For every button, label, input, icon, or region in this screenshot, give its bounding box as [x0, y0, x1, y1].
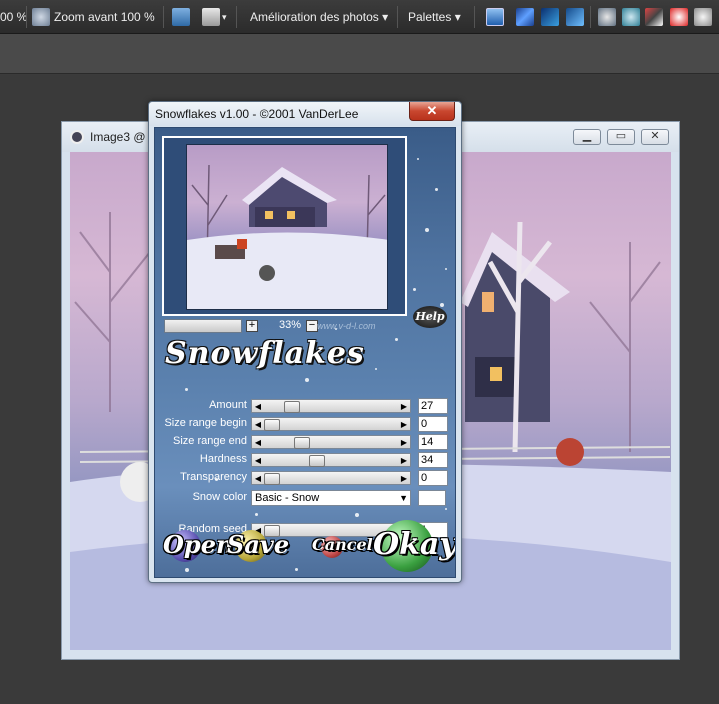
slider-thumb[interactable]	[264, 419, 280, 431]
palettes-label: Palettes	[408, 10, 452, 24]
image-window-title: Image3 @	[90, 130, 146, 144]
snowflake-dot	[425, 228, 429, 232]
photo-enhance-label: Amélioration des photos	[250, 10, 379, 24]
zoom-100-button[interactable]: Zoom avant 100 %	[54, 0, 155, 34]
histogram-icon[interactable]	[598, 8, 616, 26]
param-slider[interactable]: ◀ ▶	[251, 417, 411, 431]
materials-icon[interactable]	[541, 8, 559, 26]
dialog-close-button[interactable]: ✕	[409, 102, 455, 121]
snowflake-dot	[185, 568, 189, 572]
slider-left-arrow-icon[interactable]: ◀	[253, 419, 263, 431]
snowflake-dot	[445, 508, 447, 510]
slider-left-arrow-icon[interactable]: ◀	[253, 401, 263, 413]
toolbar-separator	[590, 6, 591, 28]
maximize-button[interactable]: ▭	[607, 129, 635, 145]
param-slider[interactable]: ◀ ▶	[251, 435, 411, 449]
snowflake-dot	[355, 513, 359, 517]
overview-icon[interactable]	[566, 8, 584, 26]
image-info-icon[interactable]	[172, 8, 190, 26]
slider-thumb[interactable]	[308, 455, 325, 467]
document-icon[interactable]	[202, 8, 220, 26]
image-window-icon	[70, 130, 84, 144]
secondary-toolbar	[0, 34, 719, 74]
magnifier-icon[interactable]	[32, 8, 50, 26]
palette-toggle-icon[interactable]	[486, 8, 504, 26]
okay-button[interactable]: Okay	[373, 523, 455, 567]
snowflakes-dialog[interactable]: Snowflakes v1.00 - ©2001 VanDerLee ✕ + 3…	[148, 101, 462, 583]
dialog-body: + 33% − www.v-d-l.com Help Snowflakes Am…	[154, 127, 456, 578]
zoom-in-button[interactable]: +	[246, 320, 258, 332]
preview-scene	[187, 164, 387, 309]
snowflake-dot	[295, 568, 298, 571]
slider-thumb[interactable]	[293, 437, 310, 449]
toolbar-separator	[397, 6, 398, 28]
snowflake-dot	[417, 158, 419, 160]
param-label: Size range end	[173, 435, 247, 447]
snowflake-dot	[305, 378, 309, 382]
chevron-down-icon[interactable]: ▾	[222, 0, 227, 34]
param-label: Size range begin	[164, 417, 247, 429]
vendor-url: www.v-d-l.com	[317, 321, 376, 331]
photo-enhance-menu[interactable]: Amélioration des photos ▾	[250, 0, 388, 34]
preview-frame	[162, 136, 407, 316]
toolbar-separator	[236, 6, 237, 28]
brush-icon[interactable]	[694, 8, 712, 26]
snow-color-label: Snow color	[192, 491, 247, 503]
param-slider[interactable]: ◀ ▶	[251, 471, 411, 485]
toolbar-separator	[26, 6, 27, 28]
snowflake-dot	[185, 388, 188, 391]
slider-left-arrow-icon[interactable]: ◀	[253, 437, 263, 449]
snow-color-value: Basic - Snow	[255, 492, 320, 504]
layers-icon[interactable]	[516, 8, 534, 26]
snow-color-swatch[interactable]	[418, 490, 446, 506]
snowflake-dot	[435, 188, 438, 191]
slider-right-arrow-icon[interactable]: ▶	[399, 401, 409, 413]
save-button[interactable]: Save	[227, 523, 289, 567]
snowflake-dot	[445, 268, 447, 270]
help-button[interactable]: Help	[413, 306, 447, 328]
effects-icon[interactable]	[670, 8, 688, 26]
dialog-titlebar[interactable]: Snowflakes v1.00 - ©2001 VanDerLee ✕	[149, 102, 461, 126]
param-value[interactable]: 34	[418, 452, 448, 468]
slider-right-arrow-icon[interactable]: ▶	[399, 437, 409, 449]
param-slider[interactable]: ◀ ▶	[251, 453, 411, 467]
zoom-percent-label: 00 %	[0, 10, 28, 24]
param-value[interactable]: 14	[418, 434, 448, 450]
param-label: Amount	[209, 399, 247, 411]
mixer-icon[interactable]	[645, 8, 663, 26]
toolbar-separator	[474, 6, 475, 28]
slider-left-arrow-icon[interactable]: ◀	[253, 473, 263, 485]
param-value[interactable]: 0	[418, 416, 448, 432]
chevron-down-icon: ▼	[399, 493, 408, 503]
param-label: Transparency	[180, 471, 247, 483]
param-label: Hardness	[199, 453, 247, 465]
palettes-menu[interactable]: Palettes ▾	[408, 0, 461, 34]
param-value[interactable]: 27	[418, 398, 448, 414]
minimize-button[interactable]: ▁	[573, 129, 601, 145]
preview-image[interactable]	[186, 144, 388, 310]
preview-scroll[interactable]	[164, 319, 242, 333]
script-icon[interactable]	[622, 8, 640, 26]
slider-thumb[interactable]	[264, 473, 280, 485]
snow-color-select[interactable]: Basic - Snow ▼	[251, 490, 411, 506]
slider-thumb[interactable]	[284, 401, 301, 413]
param-value[interactable]: 0	[418, 470, 448, 486]
slider-left-arrow-icon[interactable]: ◀	[253, 455, 263, 467]
open-button[interactable]: Open	[163, 523, 233, 567]
snowflake-dot	[413, 288, 416, 291]
close-window-button[interactable]: ✕	[641, 129, 669, 145]
cancel-button[interactable]: Cancel	[312, 523, 373, 567]
slider-right-arrow-icon[interactable]: ▶	[399, 473, 409, 485]
toolbar-separator	[163, 6, 164, 28]
slider-right-arrow-icon[interactable]: ▶	[399, 455, 409, 467]
dialog-title: Snowflakes v1.00 - ©2001 VanDerLee	[155, 107, 359, 121]
slider-right-arrow-icon[interactable]: ▶	[399, 419, 409, 431]
main-toolbar: 00 % Zoom avant 100 % ▾ Amélioration des…	[0, 0, 719, 34]
snowflake-dot	[440, 303, 444, 307]
param-slider[interactable]: ◀ ▶	[251, 399, 411, 413]
snowflake-dot	[255, 513, 258, 516]
snowflakes-logo: Snowflakes	[165, 336, 365, 371]
